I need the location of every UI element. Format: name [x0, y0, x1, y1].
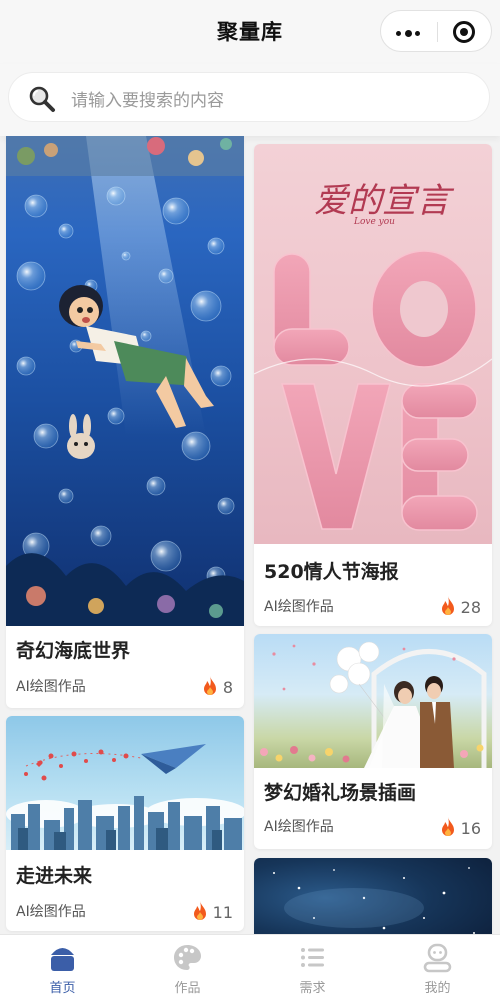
work-image-galaxy: [254, 858, 492, 934]
more-options-icon[interactable]: [396, 29, 422, 37]
search-icon: [29, 86, 55, 112]
flame-icon: [441, 817, 454, 836]
hot-count: 8: [201, 675, 233, 697]
underwater-illustration: [6, 136, 244, 626]
hot-count-value: 8: [222, 678, 233, 697]
work-card[interactable]: 走进未来 AI绘图作品 11: [6, 716, 244, 931]
hot-count-value: 11: [212, 903, 233, 922]
wedding-illustration: [260, 641, 487, 768]
user-icon: [423, 943, 452, 973]
love-poster-illustration: 爱的宣言 Love you: [254, 181, 492, 531]
galaxy-illustration: [273, 867, 475, 934]
works-feed[interactable]: 奇幻海底世界 AI绘图作品 8 爱的宣言 Love you 520情人节海报 A…: [0, 136, 500, 934]
hot-count: 11: [191, 900, 233, 922]
flame-icon: [203, 676, 216, 695]
tab-requests-label: 需求: [299, 981, 326, 996]
work-image-future: [6, 716, 244, 850]
work-image-wedding: [254, 634, 492, 768]
tab-home[interactable]: 首页: [0, 935, 125, 1000]
work-card[interactable]: 爱的宣言 Love you 520情人节海报 AI绘图作品 28: [254, 144, 492, 626]
bottom-tabbar: 首页 作品 需求 我的: [0, 934, 500, 1000]
work-card[interactable]: [254, 858, 492, 934]
flame-icon: [441, 596, 454, 615]
miniprogram-capsule: [380, 10, 492, 52]
list-icon: [301, 948, 324, 967]
card-subtitle: AI绘图作品: [264, 599, 334, 615]
card-title: 奇幻海底世界: [16, 640, 131, 662]
card-subtitle: AI绘图作品: [264, 819, 334, 835]
flame-icon: [193, 901, 206, 920]
top-navbar: 聚量库: [0, 0, 500, 64]
search-input[interactable]: 请输入要搜索的内容: [8, 72, 490, 122]
tab-mine-label: 我的: [424, 981, 451, 996]
card-title: 梦幻婚礼场景插画: [264, 782, 417, 804]
hot-count-value: 16: [460, 819, 481, 838]
tab-home-label: 首页: [49, 981, 76, 996]
tab-works[interactable]: 作品: [125, 935, 250, 1000]
tab-requests[interactable]: 需求: [250, 935, 375, 1000]
palette-icon: [174, 945, 201, 970]
card-title: 走进未来: [16, 865, 93, 887]
tab-works-label: 作品: [174, 981, 201, 996]
poster-script: Love you: [353, 217, 395, 227]
search-placeholder: 请输入要搜索的内容: [71, 91, 224, 111]
card-subtitle: AI绘图作品: [16, 679, 86, 695]
close-miniprogram-icon[interactable]: [453, 21, 475, 43]
home-icon: [51, 948, 74, 971]
hot-count: 28: [439, 595, 481, 617]
hot-count: 16: [439, 816, 481, 838]
card-subtitle: AI绘图作品: [16, 904, 86, 920]
work-card[interactable]: 梦幻婚礼场景插画 AI绘图作品 16: [254, 634, 492, 849]
search-area: 请输入要搜索的内容: [0, 64, 500, 136]
capsule-divider: [437, 22, 438, 42]
hot-count-value: 28: [460, 598, 481, 617]
work-card[interactable]: 奇幻海底世界 AI绘图作品 8: [6, 136, 244, 708]
tab-mine[interactable]: 我的: [375, 935, 500, 1000]
poster-heading: 爱的宣言: [314, 181, 455, 221]
work-image-love: 爱的宣言 Love you: [254, 144, 492, 544]
work-image-underwater: [6, 136, 244, 626]
future-city-illustration: [6, 744, 244, 850]
card-title: 520情人节海报: [264, 561, 399, 583]
